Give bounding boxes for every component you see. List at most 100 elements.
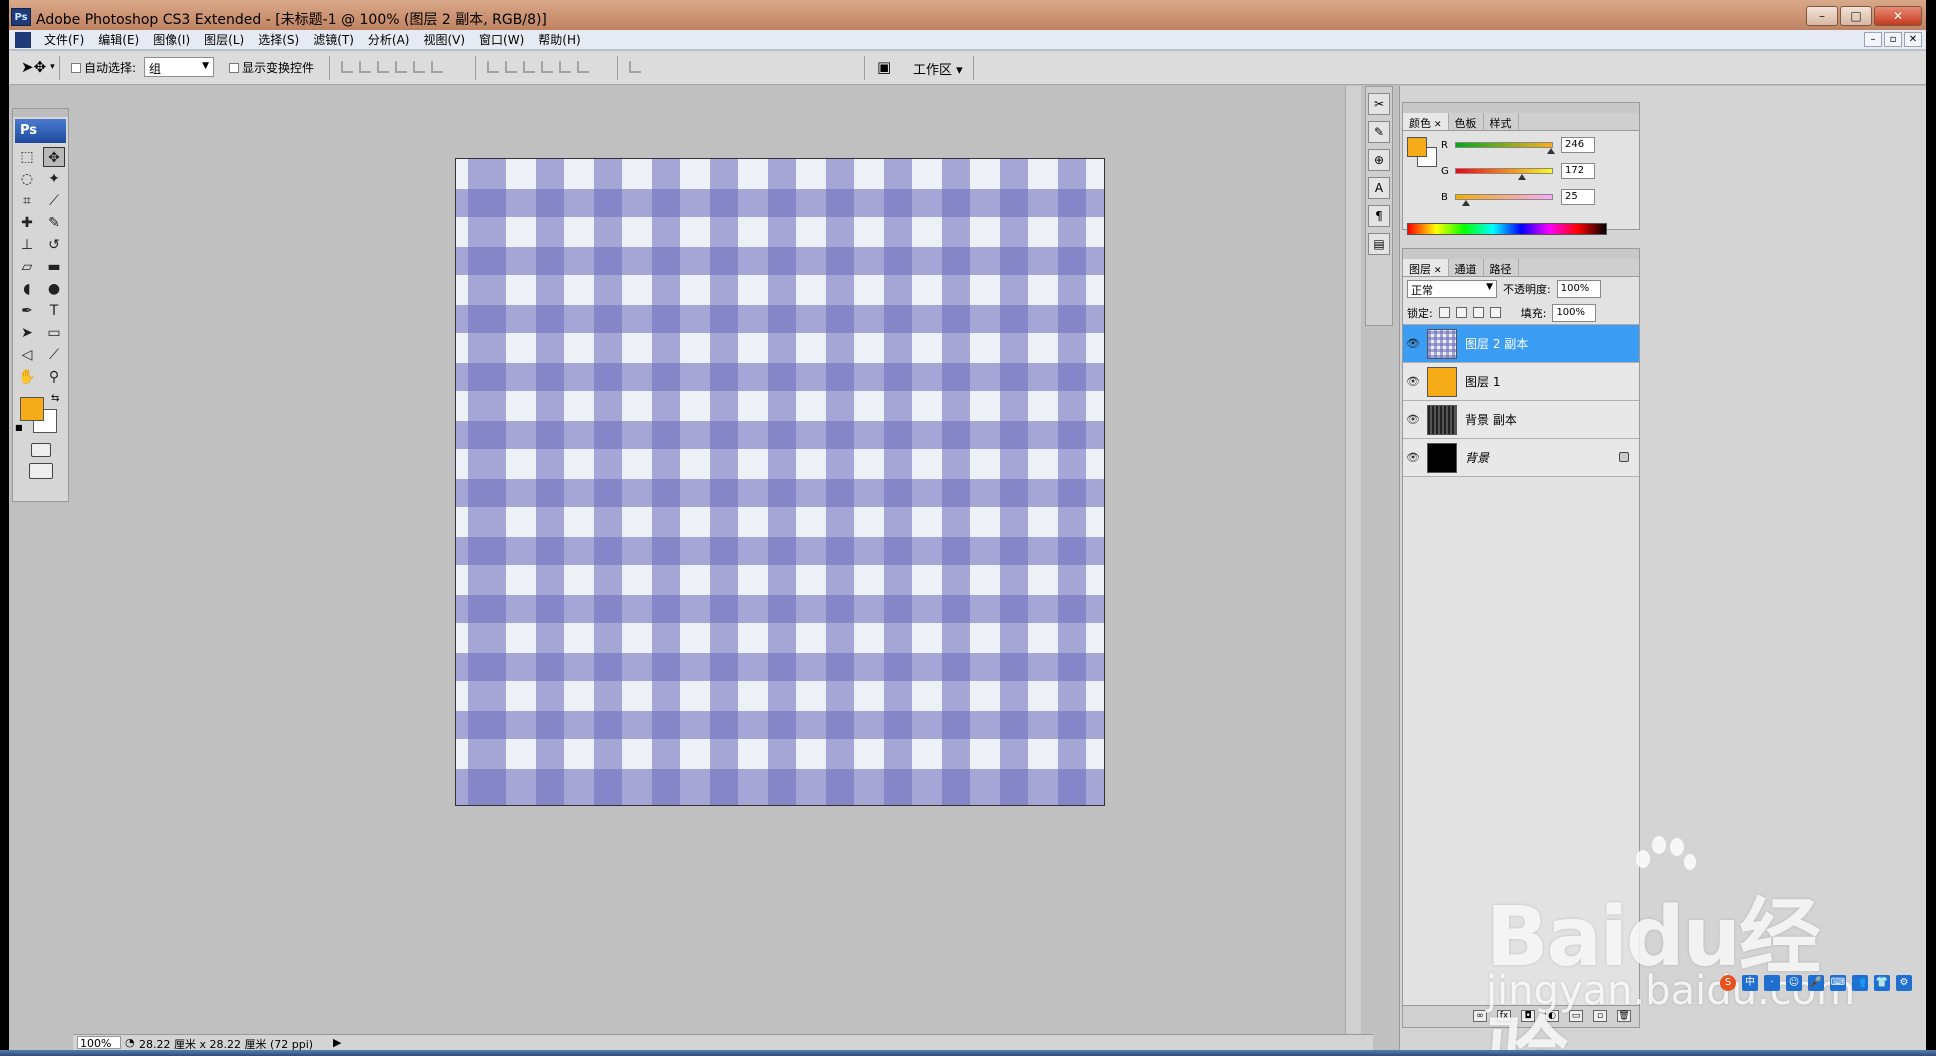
maximize-button[interactable]: □: [1840, 6, 1872, 26]
align-top-icon[interactable]: [341, 61, 353, 73]
menu-item-8[interactable]: 窗口(W): [472, 32, 531, 48]
zoom-tool-icon[interactable]: ⚲: [43, 367, 65, 387]
menu-item-7[interactable]: 视图(V): [416, 32, 472, 48]
paragraph-icon[interactable]: ¶: [1368, 205, 1390, 227]
align-hcenter-icon[interactable]: [413, 61, 425, 73]
screen-mode-button[interactable]: [28, 463, 53, 479]
menu-item-0[interactable]: 文件(F): [37, 32, 91, 48]
menu-item-6[interactable]: 分析(A): [361, 32, 417, 48]
menu-item-2[interactable]: 图像(I): [146, 32, 197, 48]
color-panel-foreground-swatch[interactable]: [1407, 137, 1427, 157]
foreground-color-swatch[interactable]: [20, 397, 44, 421]
align-bottom-icon[interactable]: [377, 61, 389, 73]
ime-item-icon[interactable]: ☺: [1786, 975, 1802, 991]
ime-item-icon[interactable]: 👥: [1852, 975, 1868, 991]
close-tab-icon[interactable]: ✕: [1434, 266, 1442, 276]
close-tab-icon[interactable]: ✕: [1434, 120, 1442, 130]
color-tab-1[interactable]: 色板: [1449, 113, 1484, 130]
layer-row[interactable]: 👁 背景 副本: [1403, 401, 1639, 439]
distribute-left-icon[interactable]: [541, 61, 553, 73]
menu-item-1[interactable]: 编辑(E): [91, 32, 146, 48]
brush-tool-icon[interactable]: ✎: [43, 213, 65, 233]
close-button[interactable]: ✕: [1874, 6, 1922, 26]
distribute-vcenter-icon[interactable]: [505, 61, 517, 73]
pen-tool-icon[interactable]: ✒: [16, 301, 38, 321]
eyedropper-tool-icon[interactable]: ⟋: [43, 345, 65, 365]
path-selection-tool-icon[interactable]: ➤: [16, 323, 38, 343]
distribute-bottom-icon[interactable]: [523, 61, 535, 73]
lock-image-icon[interactable]: [1455, 307, 1467, 318]
marquee-tool-icon[interactable]: ⬚: [16, 147, 38, 167]
menu-item-3[interactable]: 图层(L): [197, 32, 251, 48]
align-vcenter-icon[interactable]: [359, 61, 371, 73]
history-brush-tool-icon[interactable]: ↺: [43, 235, 65, 255]
hand-tool-icon[interactable]: ✋: [16, 367, 38, 387]
doc-close-button[interactable]: ✕: [1904, 32, 1922, 47]
bridge-icon[interactable]: ▣: [877, 58, 891, 76]
character-icon[interactable]: A: [1368, 177, 1390, 199]
r-value-input[interactable]: 246: [1561, 137, 1595, 153]
r-slider-thumb[interactable]: [1546, 148, 1555, 154]
ime-item-icon[interactable]: 🎤: [1808, 975, 1824, 991]
minimize-button[interactable]: –: [1806, 6, 1838, 26]
layer-row[interactable]: 👁 背景: [1403, 439, 1639, 477]
ime-item-icon[interactable]: 👕: [1874, 975, 1890, 991]
visibility-eye-icon[interactable]: 👁: [1403, 413, 1423, 426]
g-value-input[interactable]: 172: [1561, 163, 1595, 179]
doc-restore-button[interactable]: ▫: [1884, 32, 1902, 47]
blur-tool-icon[interactable]: ◖: [16, 279, 38, 299]
status-menu-arrow-icon[interactable]: ▶: [333, 1036, 341, 1049]
visibility-eye-icon[interactable]: 👁: [1403, 337, 1423, 350]
lock-position-icon[interactable]: [1472, 307, 1484, 318]
color-tab-0[interactable]: 颜色 ✕: [1403, 113, 1449, 130]
eraser-tool-icon[interactable]: ▱: [16, 257, 38, 277]
magic-wand-tool-icon[interactable]: ✦: [43, 169, 65, 189]
dodge-tool-icon[interactable]: ●: [43, 279, 65, 299]
healing-brush-tool-icon[interactable]: ✚: [16, 213, 38, 233]
swap-colors-icon[interactable]: ⇆: [51, 393, 59, 404]
align-right-icon[interactable]: [431, 61, 443, 73]
notes-tool-icon[interactable]: ◁: [16, 345, 38, 365]
menu-item-9[interactable]: 帮助(H): [531, 32, 587, 48]
layers-tab-0[interactable]: 图层 ✕: [1403, 259, 1449, 276]
ime-item-icon[interactable]: ⚙: [1896, 975, 1912, 991]
crop-tool-icon[interactable]: ⌗: [16, 191, 38, 211]
toolbox-header[interactable]: [13, 109, 68, 117]
auto-select-checkbox[interactable]: [71, 62, 81, 73]
shape-tool-icon[interactable]: ▭: [43, 323, 65, 343]
visibility-eye-icon[interactable]: 👁: [1403, 375, 1423, 388]
b-slider-thumb[interactable]: [1461, 200, 1470, 206]
ime-item-icon[interactable]: ·: [1764, 975, 1780, 991]
gradient-tool-icon[interactable]: ▬: [43, 257, 65, 277]
layers-tab-1[interactable]: 通道: [1449, 259, 1484, 276]
distribute-right-icon[interactable]: [577, 61, 589, 73]
color-tab-2[interactable]: 样式: [1484, 113, 1519, 130]
slice-tool-icon[interactable]: ⟋: [43, 191, 65, 211]
color-spectrum-bar[interactable]: [1407, 223, 1607, 235]
clone-stamp-tool-icon[interactable]: ⊥: [16, 235, 38, 255]
blend-mode-dropdown[interactable]: 正常 ▼: [1407, 280, 1497, 298]
brushes-icon[interactable]: ✎: [1368, 121, 1390, 143]
layer-row[interactable]: 👁 图层 2 副本: [1403, 325, 1639, 363]
menu-item-4[interactable]: 选择(S): [251, 32, 306, 48]
r-slider[interactable]: [1455, 142, 1555, 154]
lasso-tool-icon[interactable]: ◌: [16, 169, 38, 189]
type-tool-icon[interactable]: T: [43, 301, 65, 321]
lock-transparent-icon[interactable]: [1438, 307, 1450, 318]
menu-item-5[interactable]: 滤镜(T): [306, 32, 361, 48]
layers-tab-2[interactable]: 路径: [1484, 259, 1519, 276]
layer-row[interactable]: 👁 图层 1: [1403, 363, 1639, 401]
opacity-input[interactable]: 100%: [1556, 280, 1601, 298]
distribute-hcenter-icon[interactable]: [559, 61, 571, 73]
b-value-input[interactable]: 25: [1561, 189, 1595, 205]
doc-minimize-button[interactable]: –: [1864, 32, 1882, 47]
b-slider[interactable]: [1455, 194, 1553, 206]
tool-preset-picker[interactable]: ➤✥ ▾: [21, 58, 55, 76]
lock-all-icon[interactable]: [1489, 307, 1501, 318]
show-transform-checkbox[interactable]: [229, 62, 239, 73]
document-canvas[interactable]: [455, 158, 1105, 806]
ime-item-icon[interactable]: 中: [1742, 975, 1758, 991]
vertical-scrollbar[interactable]: [1345, 86, 1361, 1034]
tools-preset-icon[interactable]: ✂: [1368, 93, 1390, 115]
distribute-top-icon[interactable]: [487, 61, 499, 73]
